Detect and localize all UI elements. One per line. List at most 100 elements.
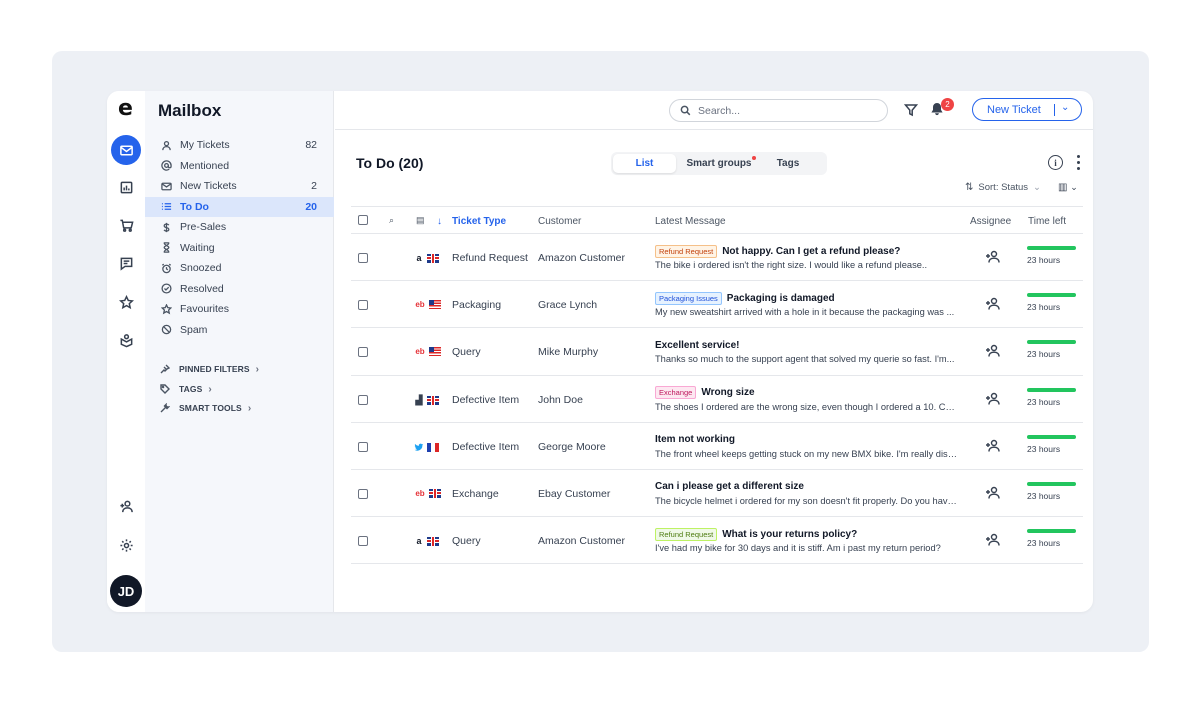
package-icon[interactable] [111,325,141,355]
sidebar-item-label: Pre-Sales [180,221,227,234]
source-icon: a [416,536,422,547]
sidebar-item-pre-sales[interactable]: Pre-Sales [145,217,334,238]
source-cell: eb [414,347,441,357]
time-left-text: 23 hours [1027,396,1061,407]
message-preview: The front wheel keeps getting stuck on m… [655,448,957,459]
sidebar-item-my-tickets[interactable]: My Tickets 82 [145,135,334,156]
tab-smart-groups[interactable]: Smart groups [681,154,757,173]
section-label: SMART TOOLS [179,403,242,413]
message-subject: Packaging is damaged [726,292,835,304]
select-all-checkbox[interactable] [358,215,368,225]
tab-list[interactable]: List [613,154,676,173]
sidebar-item-resolved[interactable]: Resolved [145,279,334,300]
sidebar-item-waiting[interactable]: Waiting [145,238,334,259]
source-cell: a [414,536,439,546]
column-latest-message[interactable]: Latest Message [655,216,726,227]
flag-icon [427,395,439,405]
source-column-icon[interactable]: ▤ [416,215,425,226]
chat-icon[interactable] [111,248,141,278]
flag-icon [429,300,441,310]
row-checkbox[interactable] [358,488,368,499]
table-row[interactable]: eb Packaging Grace Lynch Packaging Issue… [351,281,1083,329]
notification-bell-icon[interactable]: 2 [930,98,954,120]
section-smart-tools[interactable]: SMART TOOLS › [145,399,334,417]
pin-column-icon[interactable]: ⌕ [389,215,394,226]
filter-icon[interactable] [903,103,920,119]
column-ticket-type[interactable]: Ticket Type [452,216,506,227]
chevron-down-icon[interactable]: ⌄ [1061,102,1069,113]
icon-rail: e JD [107,91,145,612]
row-checkbox[interactable] [358,441,368,452]
search-input[interactable]: Search... [669,99,888,122]
alarm-icon [160,262,172,274]
sidebar-item-spam[interactable]: Spam [145,320,334,341]
row-checkbox[interactable] [358,253,368,263]
tickets-table: ⌕ ▤ ↓ Ticket Type Customer Latest Messag… [351,206,1083,565]
sidebar-item-mentioned[interactable]: Mentioned [145,156,334,177]
columns-toggle[interactable]: ▥ ⌄ [1058,182,1078,193]
ticket-type: Packaging [452,299,502,312]
sidebar-item-to-do[interactable]: To Do 20 [145,196,334,217]
table-row[interactable]: Defective Item George Moore Item not wor… [351,423,1083,470]
time-left-text: 23 hours [1027,538,1061,549]
message-preview: The bicycle helmet i ordered for my son … [655,495,957,506]
mail-icon[interactable] [111,135,141,165]
settings-gear-icon[interactable] [111,530,141,560]
chevron-right-icon: › [247,402,252,414]
assign-user-icon[interactable] [985,486,1000,502]
customer-name: Amazon Customer [538,535,625,548]
more-vertical-icon[interactable] [1075,155,1081,170]
message-preview: My new sweatshirt arrived with a hole in… [655,307,955,318]
avatar[interactable]: JD [110,575,142,607]
column-time-left[interactable]: Time left [1028,216,1066,227]
star-icon[interactable] [111,287,141,317]
reports-icon[interactable] [111,172,141,202]
column-assignee[interactable]: Assignee [970,216,1011,227]
cart-icon[interactable] [111,210,141,240]
sidebar-item-favourites[interactable]: Favourites [145,299,334,320]
row-checkbox[interactable] [358,300,368,311]
flag-icon [429,488,441,498]
sort-arrow-icon[interactable]: ↓ [437,216,442,227]
table-row[interactable]: eb Exchange Ebay Customer Can i please g… [351,470,1083,518]
time-left-text: 23 hours [1027,302,1061,313]
sidebar-item-label: My Tickets [180,139,230,152]
list-icon [160,201,172,213]
assign-user-icon[interactable] [985,250,1000,266]
source-icon: eb [415,300,425,310]
at-icon [160,160,172,172]
source-cell [414,442,439,454]
sidebar-item-count: 20 [305,200,317,213]
row-checkbox[interactable] [358,347,368,358]
flag-icon [427,443,439,453]
message-subject: Not happy. Can I get a refund please? [722,245,901,257]
row-checkbox[interactable] [358,394,368,405]
sort-dropdown[interactable]: ⇅ Sort: Status ⌄ [965,182,1041,193]
info-icon[interactable]: i [1048,155,1063,170]
section-pinned-filters[interactable]: PINNED FILTERS › [145,360,334,378]
message-preview: Thanks so much to the support agent that… [655,354,955,365]
pin-icon [160,363,172,375]
sidebar-item-new-tickets[interactable]: New Tickets 2 [145,176,334,197]
column-customer[interactable]: Customer [538,216,581,227]
table-row[interactable]: ▟ Defective Item John Doe Exchange Wrong… [351,376,1083,423]
assign-user-icon[interactable] [985,344,1000,360]
table-row[interactable]: a Query Amazon Customer Refund Request W… [351,517,1083,565]
table-header: ⌕ ▤ ↓ Ticket Type Customer Latest Messag… [351,206,1083,234]
section-tags[interactable]: TAGS › [145,380,334,398]
assign-user-icon[interactable] [985,392,1000,408]
sidebar-item-label: To Do [180,200,209,213]
tab-tags[interactable]: Tags [763,154,813,173]
message-tag: Packaging Issues [655,291,722,305]
assign-user-icon[interactable] [985,439,1000,455]
user-icon [160,139,172,151]
assign-user-icon[interactable] [985,297,1000,313]
table-row[interactable]: eb Query Mike Murphy Excellent service! … [351,328,1083,376]
add-user-icon[interactable] [111,491,141,521]
table-row[interactable]: a Refund Request Amazon Customer Refund … [351,234,1083,282]
assign-user-icon[interactable] [985,533,1000,549]
sidebar-item-snoozed[interactable]: Snoozed [145,258,334,279]
time-left: 23 hours [1027,481,1076,501]
new-ticket-button[interactable]: New Ticket ⌄ [972,98,1082,121]
row-checkbox[interactable] [358,536,368,547]
